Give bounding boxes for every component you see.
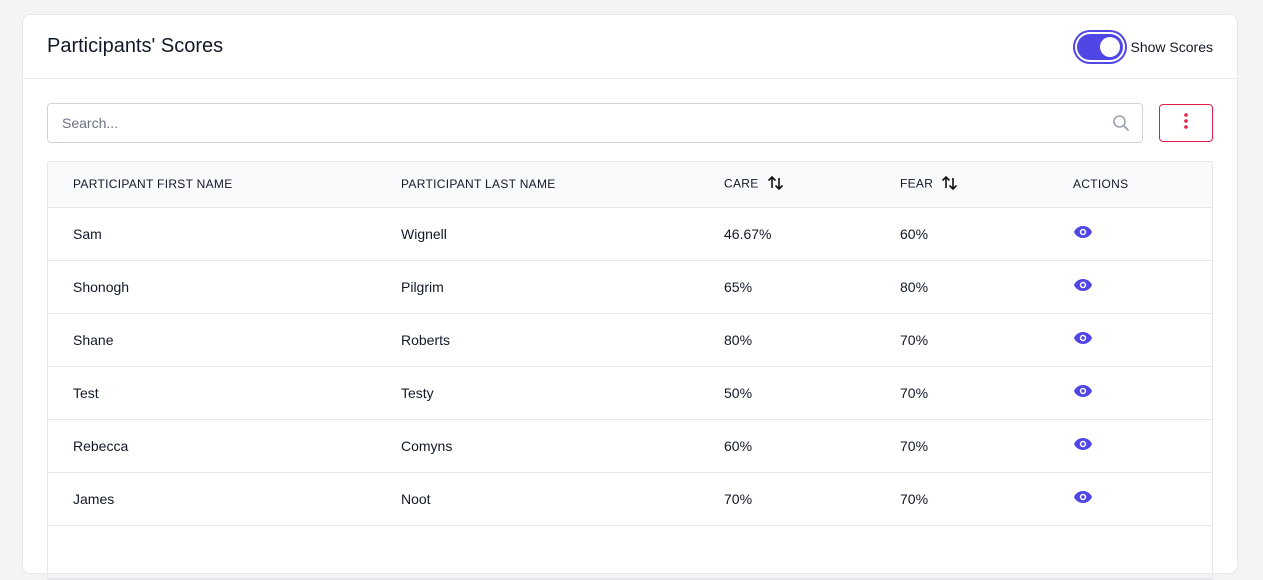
cell-first: Test	[48, 366, 376, 420]
cell-last: Testy	[376, 366, 699, 420]
cell-fear	[875, 525, 1048, 579]
participants-table: PARTICIPANT FIRST NAME PARTICIPANT LAST …	[47, 161, 1213, 580]
card-header: Participants' Scores Show Scores	[23, 15, 1237, 79]
column-header-first-name: PARTICIPANT FIRST NAME	[48, 162, 376, 208]
cell-fear: 70%	[875, 419, 1048, 473]
cell-care: 50%	[699, 366, 875, 420]
cell-fear: 60%	[875, 207, 1048, 261]
column-header-fear: FEAR	[875, 162, 1048, 208]
table-row: Sam Wignell 46.67% 60%	[48, 207, 1212, 261]
table-header-row: PARTICIPANT FIRST NAME PARTICIPANT LAST …	[48, 162, 1212, 208]
page-title: Participants' Scores	[47, 35, 224, 57]
cell-actions	[1048, 525, 1212, 579]
cell-care: 65%	[699, 260, 875, 314]
cell-first	[48, 525, 376, 579]
table-row: Rebecca Comyns 60% 70%	[48, 419, 1212, 473]
cell-first: Shonogh	[48, 260, 376, 314]
sort-arrows-icon[interactable]	[941, 175, 959, 194]
search-icon[interactable]	[1112, 114, 1130, 132]
table-row: Shane Roberts 80% 70%	[48, 313, 1212, 367]
cell-care: 70%	[699, 472, 875, 526]
show-scores-label: Show Scores	[1130, 38, 1213, 55]
cell-care: 60%	[699, 419, 875, 473]
column-header-label: PARTICIPANT LAST NAME	[401, 177, 556, 192]
search-box	[47, 103, 1143, 143]
table-row: Test Testy 50% 70%	[48, 366, 1212, 420]
cell-first: James	[48, 472, 376, 526]
cell-last: Roberts	[376, 313, 699, 367]
cell-actions	[1048, 366, 1212, 420]
table-row	[48, 525, 1212, 579]
cell-first: Rebecca	[48, 419, 376, 473]
sort-arrows-icon[interactable]	[767, 175, 785, 194]
eye-icon[interactable]	[1073, 331, 1093, 348]
eye-icon[interactable]	[1073, 278, 1093, 295]
column-header-actions: ACTIONS	[1048, 162, 1212, 208]
cell-actions	[1048, 419, 1212, 473]
column-header-label: CARE	[724, 176, 759, 191]
cell-care: 80%	[699, 313, 875, 367]
cell-first: Shane	[48, 313, 376, 367]
cell-last: Pilgrim	[376, 260, 699, 314]
column-header-label: ACTIONS	[1073, 177, 1129, 192]
cell-care: 46.67%	[699, 207, 875, 261]
search-input[interactable]	[60, 114, 1112, 132]
column-header-label: FEAR	[900, 176, 934, 191]
cell-last: Noot	[376, 472, 699, 526]
toggle-knob	[1099, 36, 1120, 57]
show-scores-toggle[interactable]	[1076, 33, 1123, 60]
cell-care	[699, 525, 875, 579]
column-header-label: PARTICIPANT FIRST NAME	[73, 177, 233, 192]
scores-card: Participants' Scores Show Scores Search.…	[22, 14, 1238, 580]
more-options-button[interactable]	[1159, 104, 1213, 142]
cell-actions	[1048, 313, 1212, 367]
show-scores-toggle-group: Show Scores	[1076, 33, 1213, 60]
cell-actions	[1048, 472, 1212, 526]
column-header-care: CARE	[699, 162, 875, 208]
table-row: Shonogh Pilgrim 65% 80%	[48, 260, 1212, 314]
cell-last: Wignell	[376, 207, 699, 261]
cell-actions	[1048, 260, 1212, 314]
cell-last	[376, 525, 699, 579]
vertical-dots-icon	[1183, 112, 1189, 135]
cell-fear: 80%	[875, 260, 1048, 314]
table-body: Sam Wignell 46.67% 60% Shonogh Pilgrim 65% 80% S…	[48, 207, 1212, 579]
cell-first: Sam	[48, 207, 376, 261]
cell-actions	[1048, 207, 1212, 261]
eye-icon[interactable]	[1073, 490, 1093, 507]
toolbar	[23, 79, 1237, 143]
cell-fear: 70%	[875, 366, 1048, 420]
eye-icon[interactable]	[1073, 384, 1093, 401]
cell-fear: 70%	[875, 472, 1048, 526]
table-row: James Noot 70% 70%	[48, 472, 1212, 526]
cell-last: Comyns	[376, 419, 699, 473]
column-header-last-name: PARTICIPANT LAST NAME	[376, 162, 699, 208]
cell-fear: 70%	[875, 313, 1048, 367]
eye-icon[interactable]	[1073, 437, 1093, 454]
eye-icon[interactable]	[1073, 225, 1093, 242]
